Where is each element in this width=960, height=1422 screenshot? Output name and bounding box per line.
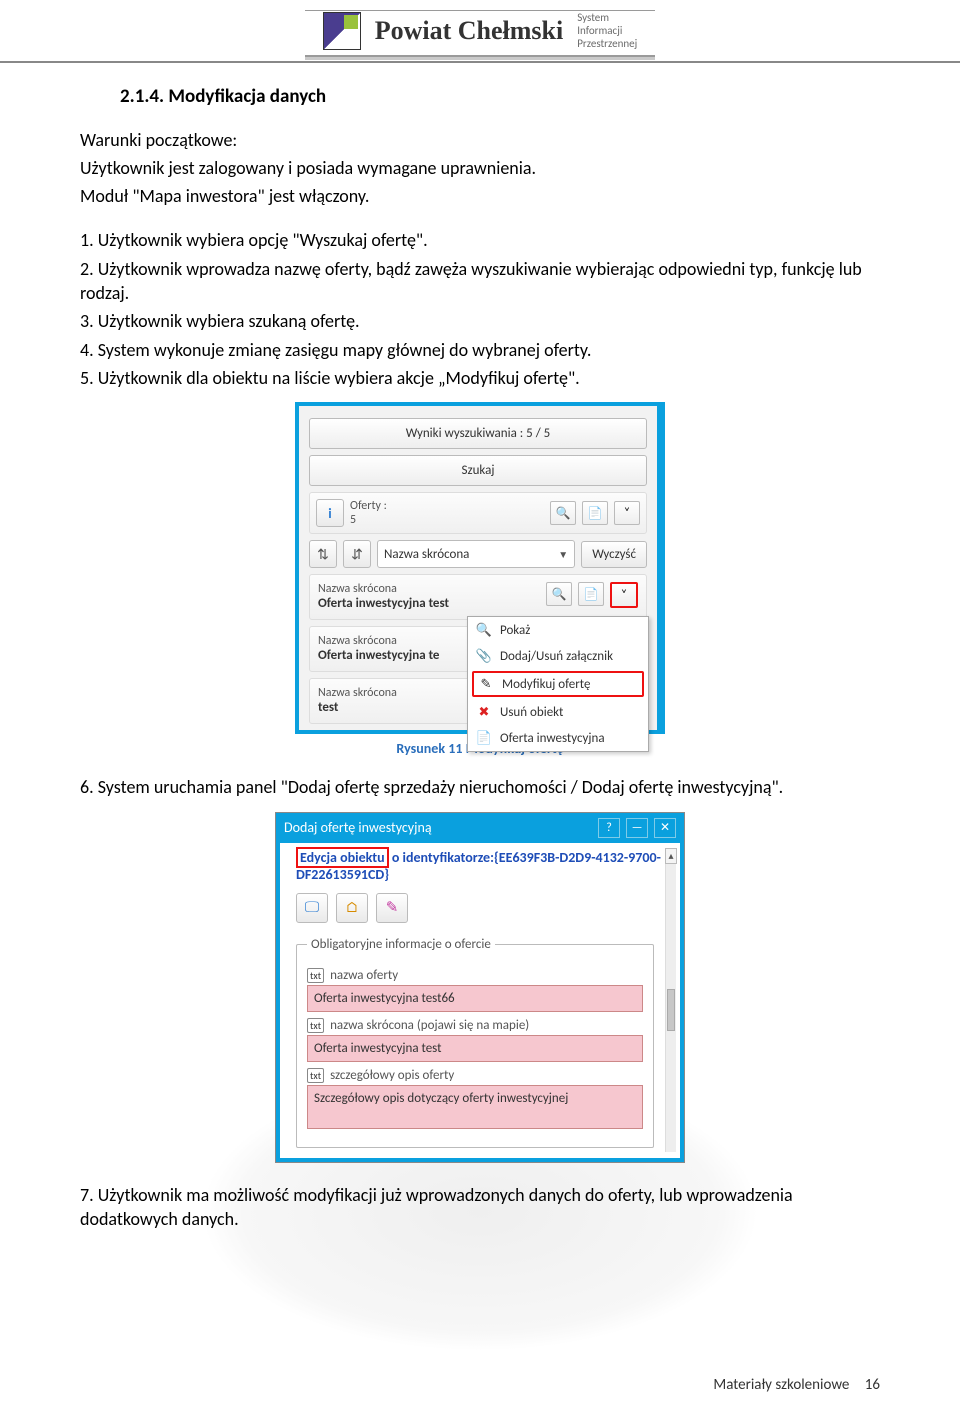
page-number: 16 xyxy=(865,1376,880,1394)
window-title: Dodaj ofertę inwestycyjną xyxy=(284,819,432,836)
footer-text: Materiały szkoleniowe xyxy=(713,1376,849,1394)
field-label-shortname: nazwa skrócona (pojawi się na mapie) xyxy=(330,1018,529,1033)
step-1: 1. Użytkownik wybiera opcję "Wyszukaj of… xyxy=(80,228,880,252)
attachment-icon: 📎 xyxy=(476,648,492,664)
menu-modify[interactable]: ✎ Modyfikuj ofertę xyxy=(472,671,644,697)
field-label-name: nazwa oferty xyxy=(330,968,398,983)
edit-label-boxed: Edycja obiektu xyxy=(296,847,389,868)
page-footer: Materiały szkoleniowe 16 xyxy=(713,1376,880,1394)
item-value: Oferta inwestycyjna test xyxy=(318,596,449,611)
zoom-icon[interactable]: 🔍 xyxy=(550,501,576,525)
menu-delete[interactable]: ✖ Usuń obiekt xyxy=(468,699,648,725)
menu-modify-label: Modyfikuj ofertę xyxy=(502,677,590,692)
system-name: System Informacji Przestrzennej xyxy=(577,11,637,51)
results-button[interactable]: Wyniki wyszukiwania : 5 / 5 xyxy=(309,418,647,449)
menu-show-label: Pokaż xyxy=(500,623,530,638)
menu-offer[interactable]: 📄 Oferta inwestycyjna xyxy=(468,725,648,751)
scrollbar[interactable]: ▴ xyxy=(665,849,676,1152)
dropdown-triangle-icon: ▼ xyxy=(558,548,568,561)
text-badge-icon: txt xyxy=(307,968,324,983)
brand-text: Powiat Chełmski xyxy=(375,16,564,46)
monitor-icon[interactable]: 🖵 xyxy=(296,893,328,923)
step-6: 6. System uruchamia panel "Dodaj ofertę … xyxy=(80,775,880,799)
document-icon: 📄 xyxy=(476,730,492,746)
info-icon[interactable]: i xyxy=(316,499,344,527)
sip-line3: Przestrzennej xyxy=(577,37,637,50)
document-content: 2.1.4. Modyfikacja danych Warunki począt… xyxy=(0,75,960,1232)
close-button[interactable]: ✕ xyxy=(654,818,676,838)
clear-button[interactable]: Wyczyść xyxy=(581,541,647,568)
mandatory-info-group: Obligatoryjne informacje o ofercie txtna… xyxy=(296,937,654,1148)
window-titlebar: Dodaj ofertę inwestycyjną ? — ✕ xyxy=(276,813,684,843)
search-button[interactable]: Szukaj xyxy=(309,455,647,486)
menu-attach[interactable]: 📎 Dodaj/Usuń załącznik xyxy=(468,643,648,669)
text-badge-icon: txt xyxy=(307,1068,324,1083)
chevron-down-icon[interactable]: ˅ xyxy=(614,501,640,525)
offers-count: 5 xyxy=(350,513,544,527)
scroll-thumb[interactable] xyxy=(667,989,675,1031)
step-7: 7. Użytkownik ma możliwość modyfikacji j… xyxy=(80,1183,880,1232)
logo-icon xyxy=(323,12,361,50)
figure-1: Wyniki wyszukiwania : 5 / 5 Szukaj i Ofe… xyxy=(295,402,665,757)
prereq-line2: Moduł "Mapa inwestora" jest włączony. xyxy=(80,184,880,208)
field-description-input[interactable]: Szczegółowy opis dotyczący oferty inwest… xyxy=(307,1085,643,1129)
group-legend: Obligatoryjne informacje o ofercie xyxy=(307,937,495,952)
home-icon[interactable]: ⌂ xyxy=(336,893,368,923)
step-2: 2. Użytkownik wprowadza nazwę oferty, bą… xyxy=(80,257,880,306)
help-button[interactable]: ? xyxy=(598,818,620,838)
menu-show[interactable]: 🔍 Pokaż xyxy=(468,617,648,643)
field-label-description: szczegółowy opis oferty xyxy=(330,1068,454,1083)
field-shortname-input[interactable]: Oferta inwestycyjna test xyxy=(307,1035,643,1062)
chevron-down-icon[interactable]: ˅ xyxy=(610,582,638,608)
sort-desc-icon[interactable]: ⇵ xyxy=(343,540,371,568)
item-label: Nazwa skrócona xyxy=(318,582,449,596)
sip-line1: System xyxy=(577,11,637,24)
document-icon[interactable]: 📄 xyxy=(578,582,604,606)
document-icon[interactable]: 📄 xyxy=(582,501,608,525)
step-5: 5. Użytkownik dla obiektu na liście wybi… xyxy=(80,366,880,390)
edit-icon[interactable]: ✎ xyxy=(376,893,408,923)
section-heading: 2.1.4. Modyfikacja danych xyxy=(120,85,880,108)
menu-delete-label: Usuń obiekt xyxy=(500,705,563,720)
prereq-line1: Użytkownik jest zalogowany i posiada wym… xyxy=(80,156,880,180)
sip-line2: Informacji xyxy=(577,24,637,37)
sort-field-select[interactable]: Nazwa skrócona ▼ xyxy=(377,540,575,568)
delete-icon: ✖ xyxy=(476,704,492,720)
menu-offer-label: Oferta inwestycyjna xyxy=(500,731,605,746)
sort-field-value: Nazwa skrócona xyxy=(384,547,469,562)
step-3: 3. Użytkownik wybiera szukaną ofertę. xyxy=(80,309,880,333)
zoom-icon[interactable]: 🔍 xyxy=(546,582,572,606)
list-item[interactable]: Nazwa skrócona Oferta inwestycyjna test … xyxy=(309,574,647,620)
sort-asc-icon[interactable]: ⇅ xyxy=(309,540,337,568)
prereq-heading: Warunki początkowe: xyxy=(80,128,880,152)
minimize-button[interactable]: — xyxy=(626,818,648,838)
figure-2: Dodaj ofertę inwestycyjną ? — ✕ ▴ Edycja… xyxy=(275,812,685,1163)
edit-identifier: Edycja obiektu o identyfikatorze:{EE639F… xyxy=(296,849,670,883)
scroll-up-icon[interactable]: ▴ xyxy=(665,848,677,864)
magnifier-icon: 🔍 xyxy=(476,622,492,638)
pencil-icon: ✎ xyxy=(478,676,494,692)
menu-attach-label: Dodaj/Usuń załącznik xyxy=(500,649,613,664)
step-4: 4. System wykonuje zmianę zasięgu mapy g… xyxy=(80,338,880,362)
context-menu: 🔍 Pokaż 📎 Dodaj/Usuń załącznik ✎ Modyfikuj … xyxy=(467,616,649,752)
page-header: Powiat Chełmski System Informacji Przest… xyxy=(0,0,960,57)
text-badge-icon: txt xyxy=(307,1018,324,1033)
field-name-input[interactable]: Oferta inwestycyjna test66 xyxy=(307,985,643,1012)
offers-label: Oferty : xyxy=(350,499,544,513)
